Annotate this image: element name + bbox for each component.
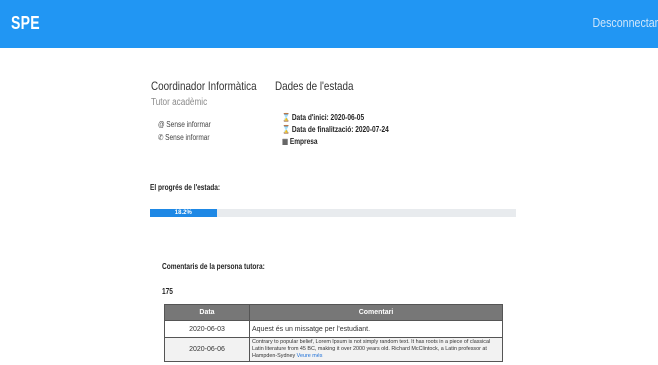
building-icon: ▦ bbox=[282, 137, 289, 146]
tutor-phone-value: Sense informar bbox=[165, 133, 210, 142]
see-more-link[interactable]: Veure més bbox=[297, 353, 323, 359]
table-row: 2020-06-06 Contrary to popular belief, L… bbox=[164, 337, 503, 362]
progress-label: El progrés de l'estada: bbox=[150, 183, 221, 192]
comment-date: 2020-06-03 bbox=[164, 320, 250, 338]
progress-fill: 18.2% bbox=[150, 209, 217, 217]
comment-text-body: Contrary to popular belief, Lorem Ipsum … bbox=[252, 339, 491, 359]
tutor-email: @ Sense informar bbox=[158, 120, 222, 129]
top-navbar: SPE Desconnectar bbox=[0, 0, 658, 48]
brand-logo[interactable]: SPE bbox=[11, 13, 40, 34]
company: ▦ Empresa bbox=[282, 137, 325, 146]
table-row: 2020-06-03 Aquest és un missatge per l'e… bbox=[164, 320, 503, 338]
start-date: ⌛ Data d'inici: 2020-06-05 bbox=[282, 113, 382, 122]
tutor-phone: ✆ Sense informar bbox=[158, 133, 221, 142]
column-header-comment: Comentari bbox=[249, 304, 503, 321]
progress-bar: 18.2% bbox=[150, 209, 516, 217]
at-icon: @ bbox=[158, 120, 165, 129]
hourglass-icon: ⌛ bbox=[282, 113, 291, 122]
end-date: ⌛ Data de finalització: 2020-07-24 bbox=[282, 125, 412, 134]
comments-table: Data Comentari 2020-06-03 Aquest és un m… bbox=[164, 304, 503, 362]
comments-label: Comentaris de la persona tutora: bbox=[162, 262, 265, 271]
end-date-value: Data de finalització: 2020-07-24 bbox=[291, 125, 389, 134]
column-header-date: Data bbox=[164, 304, 250, 321]
comment-date: 2020-06-06 bbox=[164, 337, 250, 362]
tutor-email-value: Sense informar bbox=[166, 120, 211, 129]
comments-count: 175 bbox=[162, 287, 173, 296]
tutor-role: Tutor acadèmic bbox=[151, 97, 208, 108]
comment-text: Aquest és un missatge per l'estudiant. bbox=[249, 320, 503, 338]
progress-text: 18.2% bbox=[174, 210, 192, 216]
tutor-name: Coordinador Informàtica bbox=[151, 79, 257, 93]
stay-title: Dades de l'estada bbox=[275, 79, 354, 93]
phone-icon: ✆ bbox=[158, 133, 164, 142]
hourglass-end-icon: ⌛ bbox=[282, 125, 291, 134]
company-value: Empresa bbox=[289, 137, 318, 146]
comment-text: Contrary to popular belief, Lorem Ipsum … bbox=[249, 337, 503, 362]
logout-link[interactable]: Desconnectar bbox=[592, 15, 658, 30]
start-date-value: Data d'inici: 2020-06-05 bbox=[291, 113, 365, 122]
